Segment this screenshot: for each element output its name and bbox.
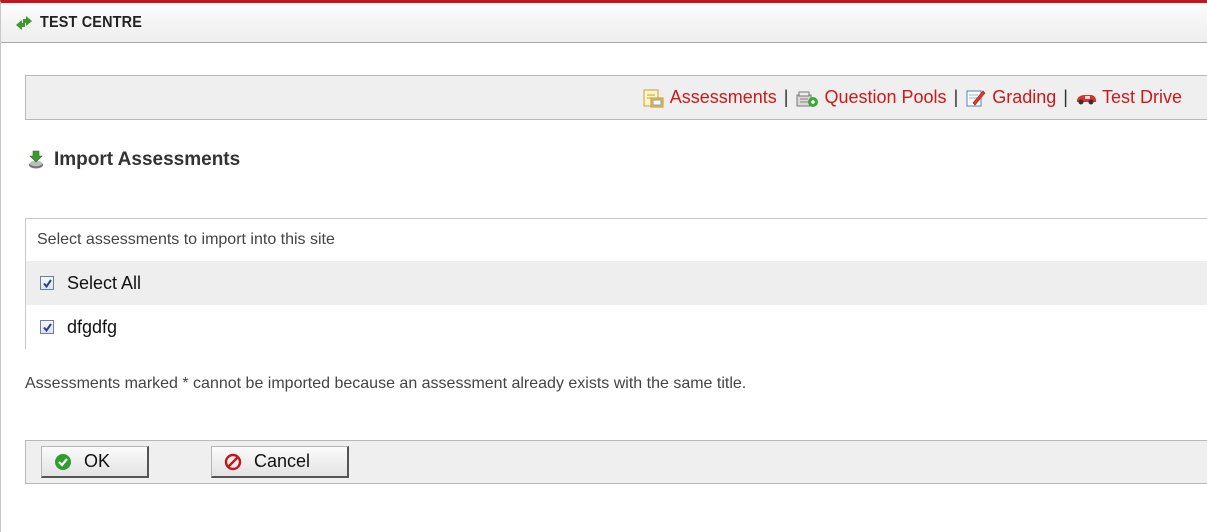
tool-frame: TEST CENTRE Assessments | Question Pools… bbox=[0, 0, 1207, 532]
nav-grading-link[interactable]: Grading bbox=[965, 87, 1056, 108]
action-bar: OK Cancel bbox=[25, 440, 1207, 484]
select-all-checkbox[interactable] bbox=[40, 276, 54, 290]
import-note: Assessments marked * cannot be imported … bbox=[25, 375, 747, 392]
checkmark-icon bbox=[43, 323, 52, 333]
select-all-row: Select All bbox=[26, 261, 1207, 305]
ok-button-label: OK bbox=[84, 451, 111, 471]
import-assessments-table: Select assessments to import into this s… bbox=[25, 218, 1207, 349]
nav-test-drive-label: Test Drive bbox=[1101, 87, 1182, 107]
checkmark-icon bbox=[43, 279, 52, 289]
reset-arrows-icon[interactable] bbox=[14, 15, 34, 31]
nav-question-pools-label: Question Pools bbox=[824, 87, 947, 107]
tool-title: TEST CENTRE bbox=[40, 13, 142, 31]
tool-navigation: Assessments | Question Pools | Grading |… bbox=[25, 75, 1207, 120]
assessment-checkbox[interactable] bbox=[40, 320, 54, 334]
nav-assessments-label: Assessments bbox=[669, 87, 777, 107]
nav-grading-label: Grading bbox=[992, 87, 1057, 107]
assessments-icon bbox=[643, 89, 664, 107]
cancel-circle-icon bbox=[224, 453, 242, 470]
import-icon bbox=[29, 150, 43, 169]
nav-separator: | bbox=[953, 87, 959, 107]
assessment-title: dfgdfg bbox=[67, 316, 118, 337]
table-header: Select assessments to import into this s… bbox=[37, 231, 335, 248]
page-heading: Import Assessments bbox=[27, 149, 240, 171]
select-all-label: Select All bbox=[67, 272, 142, 293]
grading-icon bbox=[966, 90, 986, 106]
nav-question-pools-link[interactable]: Question Pools bbox=[795, 87, 947, 108]
nav-assessments-link[interactable]: Assessments bbox=[641, 87, 777, 108]
ok-button[interactable]: OK bbox=[41, 446, 149, 478]
page-title: Import Assessments bbox=[54, 149, 241, 170]
nav-separator: | bbox=[783, 87, 789, 107]
test-drive-icon bbox=[1076, 94, 1096, 104]
cancel-button[interactable]: Cancel bbox=[211, 446, 349, 478]
question-pools-icon bbox=[796, 91, 819, 107]
check-circle-icon bbox=[55, 453, 71, 470]
cancel-button-label: Cancel bbox=[254, 451, 311, 471]
table-row: dfgdfg bbox=[26, 305, 1207, 349]
nav-test-drive-link[interactable]: Test Drive bbox=[1075, 87, 1182, 108]
tool-title-bar: TEST CENTRE bbox=[1, 3, 1207, 43]
nav-separator: | bbox=[1063, 87, 1068, 107]
